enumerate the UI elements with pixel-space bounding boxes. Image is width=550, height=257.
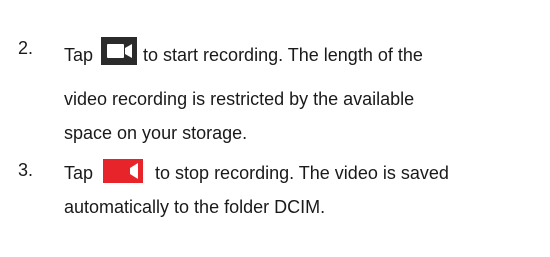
- stop-recording-icon: [103, 159, 144, 183]
- step-number: 3.: [18, 160, 34, 180]
- step-line-2: video recording is restricted by the ava…: [64, 89, 415, 109]
- step-text-before-icon: Tap: [64, 163, 94, 183]
- step-line-1: Tap to start recording. The length of th…: [64, 37, 423, 66]
- step-text-after-icon: to start recording. The length of the: [143, 45, 423, 65]
- step-line-3: space on your storage.: [64, 123, 248, 143]
- step-line-2: automatically to the folder DCIM.: [64, 197, 326, 217]
- step-number: 2.: [18, 38, 34, 58]
- step-line-1: Tap to stop recording. The video is save…: [64, 159, 449, 184]
- step-text-before-icon: Tap: [64, 45, 94, 65]
- step-text-after-icon: to stop recording. The video is saved: [155, 163, 449, 183]
- start-recording-icon: [101, 37, 138, 65]
